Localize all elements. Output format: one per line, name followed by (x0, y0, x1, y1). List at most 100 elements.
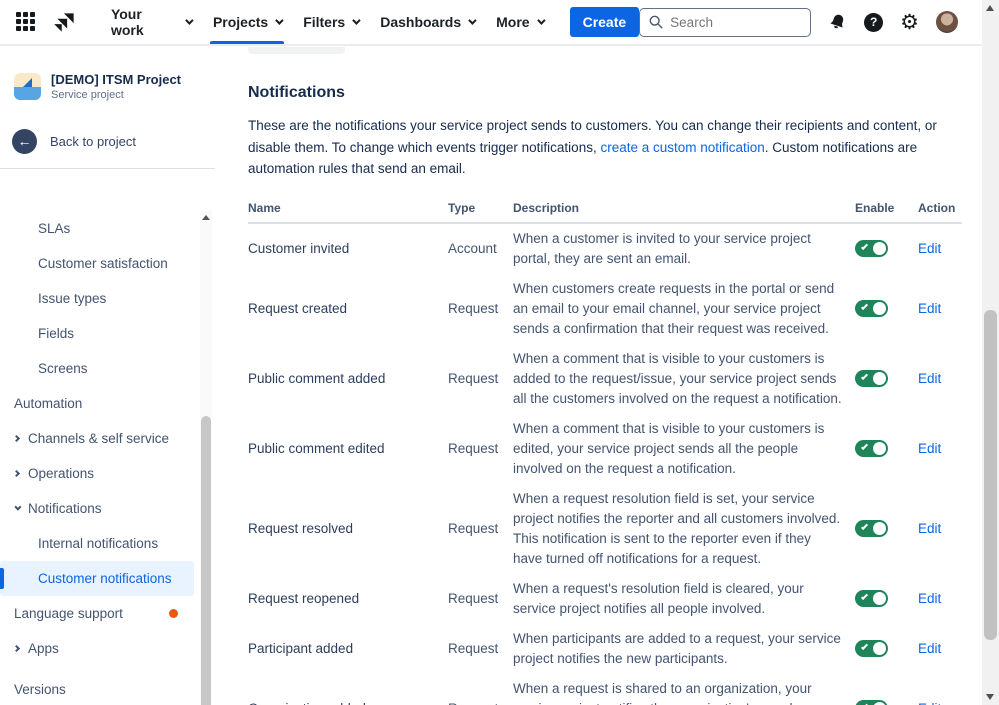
cell-enable (855, 590, 908, 608)
edit-link[interactable]: Edit (908, 591, 962, 606)
enable-toggle[interactable] (855, 440, 888, 458)
back-label: Back to project (50, 133, 136, 149)
edit-link[interactable]: Edit (908, 371, 962, 386)
sidebar-item-fields[interactable]: Fields (0, 316, 198, 351)
scroll-up-arrow-icon[interactable] (986, 5, 994, 11)
sidebar-item-issue-types[interactable]: Issue types (0, 281, 198, 316)
enable-toggle[interactable] (855, 640, 888, 658)
toggle-check-icon (860, 243, 869, 251)
create-button[interactable]: Create (569, 7, 640, 37)
jira-logo-icon[interactable] (52, 9, 78, 35)
edit-link[interactable]: Edit (908, 241, 962, 256)
chevron-down-icon (352, 16, 361, 25)
toggle-knob (873, 642, 886, 656)
cell-name: Request reopened (248, 591, 360, 607)
jira-settings-page: Your work Projects Filters Dashboards More C… (0, 0, 999, 705)
enable-toggle[interactable] (855, 240, 888, 258)
sidebar-item-notifications[interactable]: Notifications (0, 491, 198, 526)
toggle-check-icon (860, 593, 869, 601)
sidebar-item-internal-notifications[interactable]: Internal notifications (0, 526, 198, 561)
nav-item-projects[interactable]: Projects (202, 0, 292, 44)
app-switcher-icon[interactable] (16, 12, 36, 32)
sidebar-scrollbar-thumb[interactable] (201, 416, 211, 705)
cell-type: Request (448, 441, 499, 457)
notifications-table: Name Type Description Enable Action Cust… (248, 201, 962, 705)
enable-toggle[interactable] (855, 520, 888, 538)
nav-item-label: Your work (110, 6, 144, 38)
cell-type: Account (448, 241, 497, 257)
back-to-project-button[interactable]: ← Back to project (0, 125, 215, 157)
sidebar-item-screens[interactable]: Screens (0, 351, 198, 386)
help-icon[interactable]: ? (864, 12, 884, 32)
create-custom-notification-link[interactable]: create a custom notification (600, 140, 764, 155)
back-arrow-icon: ← (12, 128, 37, 154)
project-type: Service project (51, 89, 124, 101)
edit-link[interactable]: Edit (908, 301, 962, 316)
toggle-knob (873, 442, 886, 456)
sidebar-item-label: Internal notifications (38, 536, 159, 551)
sidebar-item-versions[interactable]: Versions (0, 672, 198, 705)
cell-name: Customer invited (248, 241, 350, 257)
cell-type: Request (448, 701, 513, 705)
sidebar-item-channels-self-service[interactable]: Channels & self service (0, 421, 198, 456)
sidebar-item-label: Channels & self service (28, 431, 170, 446)
nav-item-label: More (496, 14, 530, 30)
chevron-right-icon (12, 469, 21, 478)
table-row: Public comment edited Request When a comme… (248, 414, 962, 484)
notifications-bell-icon[interactable] (828, 13, 847, 32)
cell-enable (855, 440, 908, 458)
header-action: Action (918, 200, 956, 215)
settings-gear-icon[interactable]: ⚙ (900, 12, 919, 33)
nav-right-group: ? ⚙ (639, 7, 972, 37)
nav-item-filters[interactable]: Filters (292, 0, 369, 44)
toggle-knob (873, 242, 886, 256)
enable-toggle[interactable] (855, 300, 888, 318)
chevron-down-icon (275, 16, 284, 25)
scroll-up-arrow-icon[interactable] (202, 215, 210, 220)
toggle-knob (873, 372, 886, 386)
chevron-right-icon (12, 644, 21, 653)
sidebar-item-label: Apps (28, 641, 59, 656)
sidebar-scrollbar[interactable] (200, 211, 212, 705)
edit-link[interactable]: Edit (908, 521, 962, 536)
cell-name: Request created (248, 301, 348, 317)
cell-description: When a comment that is visible to your c… (513, 350, 842, 406)
enable-toggle[interactable] (855, 700, 888, 705)
enable-toggle[interactable] (855, 590, 888, 608)
cell-type: Request (448, 521, 499, 537)
edit-link[interactable]: Edit (908, 441, 962, 456)
cell-enable (855, 640, 908, 658)
intro-text: These are the notifications your service… (248, 115, 948, 180)
cell-type: Request (448, 371, 499, 387)
cell-description: When a request's resolution field is cle… (513, 580, 804, 616)
toggle-check-icon (860, 303, 869, 311)
search-box[interactable] (639, 7, 812, 37)
sidebar-item-customer-satisfaction[interactable]: Customer satisfaction (0, 246, 198, 281)
sidebar-item-customer-notifications[interactable]: Customer notifications (0, 561, 194, 596)
sidebar-item-label: Language support (14, 606, 123, 621)
sidebar-item-operations[interactable]: Operations (0, 456, 198, 491)
toggle-knob (873, 592, 886, 606)
sidebar-item-automation[interactable]: Automation (0, 386, 198, 421)
sidebar-item-label: Operations (28, 466, 95, 481)
search-input[interactable] (670, 14, 791, 30)
sidebar-item-apps[interactable]: Apps (0, 631, 198, 666)
nav-item-your-work[interactable]: Your work (100, 0, 202, 44)
sidebar-item-label: Customer notifications (38, 571, 172, 586)
sidebar-item-slas[interactable]: SLAs (0, 211, 198, 246)
scroll-down-arrow-icon[interactable] (986, 694, 994, 700)
window-scrollbar-thumb[interactable] (984, 310, 997, 640)
cell-name: Organization added (248, 701, 448, 705)
cell-enable (855, 300, 908, 318)
user-avatar[interactable] (936, 11, 958, 33)
project-settings-sidebar: [DEMO] ITSM Project Service project ← Ba… (0, 46, 215, 705)
primary-nav: Your work Projects Filters Dashboards More (100, 0, 554, 44)
edit-link[interactable]: Edit (908, 641, 962, 656)
sidebar-item-language-support[interactable]: Language support (0, 596, 198, 631)
nav-item-dashboards[interactable]: Dashboards (369, 0, 485, 44)
window-scrollbar[interactable] (982, 0, 999, 705)
enable-toggle[interactable] (855, 370, 888, 388)
nav-item-more[interactable]: More (485, 0, 553, 44)
cell-name: Request resolved (248, 521, 354, 537)
edit-link[interactable]: Edit (908, 701, 962, 705)
